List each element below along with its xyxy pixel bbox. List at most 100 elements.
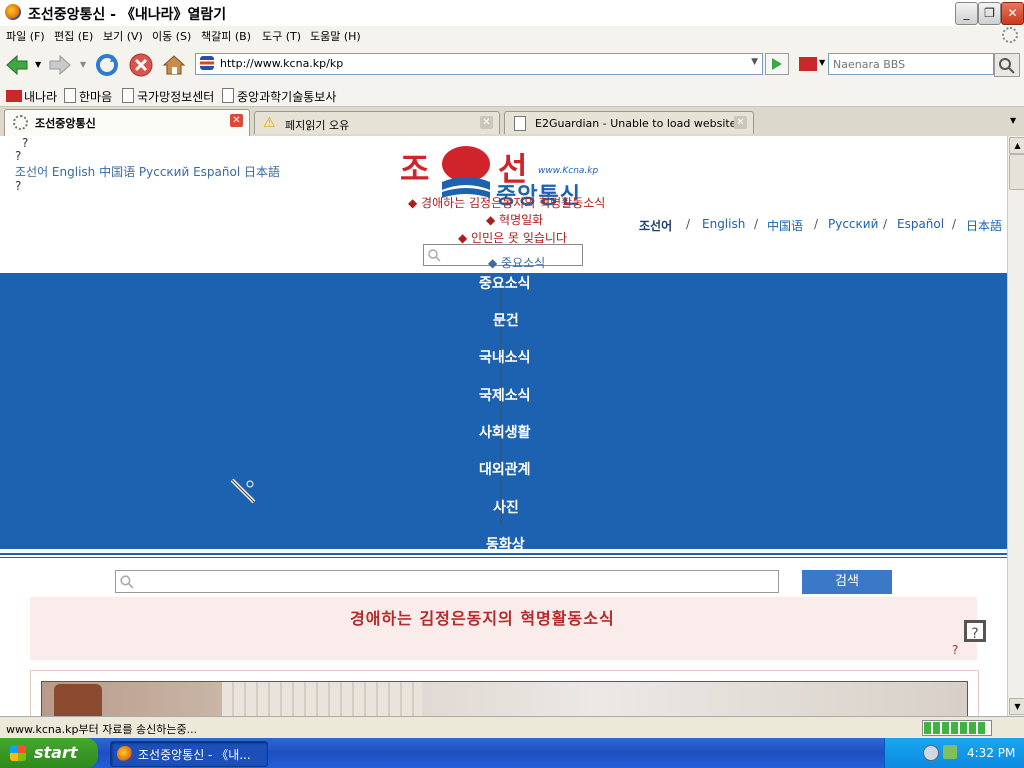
back-icon[interactable] [4,52,30,78]
nav-external-relations[interactable]: 대외관계 [479,459,531,479]
firefox-icon [5,4,21,20]
magnifier-icon [120,575,134,589]
menu-bar: 파일 (F) 편집 (E) 보기 (V) 이동 (S) 책갈피 (B) 도구 (… [0,26,1024,46]
security-icon[interactable] [943,745,957,759]
lang-chinese[interactable]: 中国语 [767,217,803,234]
throbber-icon [1002,27,1018,43]
menu-go[interactable]: 이동 (S) [152,28,191,44]
tab-kcna[interactable]: 조선중앙통신 ✕ [4,109,250,136]
start-button[interactable]: start [0,738,98,768]
page-icon [514,116,526,131]
photo-window [222,682,422,717]
site-favicon-icon [200,56,214,70]
magnifier-icon [999,58,1015,74]
tab-close-icon[interactable]: ✕ [230,114,243,127]
lang-korean[interactable]: 조선어 [639,217,672,234]
nav-domestic-news[interactable]: 국내소식 [479,347,531,367]
scroll-thumb[interactable] [1009,154,1024,190]
engine-dropdown-icon: ▼ [819,58,826,67]
network-icon[interactable] [923,745,939,761]
lang-separator: / [754,217,759,231]
lang-separator: / [814,217,819,231]
page-icon [64,88,76,103]
divider [0,557,1007,558]
feature-link-revolutionary-activities[interactable]: ◆ 경애하는 김정은동지의 혁명활동소식 [408,194,605,211]
menu-tools[interactable]: 도구 (T) [262,28,301,44]
main-search-input[interactable] [115,570,779,593]
photo-figure [54,684,102,717]
top-language-links[interactable]: 조선어 English 中国语 Русский Español 日本語 [15,163,280,180]
search-input[interactable] [831,55,991,73]
minimize-button[interactable]: _ [955,2,978,25]
go-button[interactable] [765,53,789,75]
vertical-scrollbar[interactable]: ▲ ▼ [1007,136,1024,716]
search-button[interactable]: 검색 [802,570,892,594]
bookmark-science-tech-bulletin[interactable]: 중앙과학기술통보사 [222,88,336,105]
bookmark-national-network-center[interactable]: 국가망정보센터 [122,88,214,105]
close-button[interactable]: ✕ [1001,2,1024,25]
broken-image-placeholder: ? [15,179,22,193]
windows-logo-icon [10,745,26,761]
menu-view[interactable]: 보기 (V) [103,28,143,44]
menu-help[interactable]: 도움말 (H) [310,28,361,44]
forward-dropdown-icon[interactable]: ▼ [80,60,86,69]
search-engine-selector[interactable]: ▼ [797,53,827,75]
scroll-down-icon[interactable]: ▼ [1009,698,1024,715]
naenara-icon [6,90,22,102]
search-box[interactable] [828,53,994,75]
loading-icon [13,115,28,130]
firefox-icon [117,746,133,762]
lang-japanese[interactable]: 日本語 [966,217,1002,234]
headline-title[interactable]: 경애하는 김정은동지의 혁명활동소식 [350,605,615,629]
magnifier-icon [428,249,441,262]
menu-file[interactable]: 파일 (F) [6,28,45,44]
back-dropdown-icon[interactable]: ▼ [35,60,41,69]
home-icon[interactable] [161,52,187,78]
clock: 4:32 PM [967,746,1016,760]
cursor-icon [230,478,256,504]
lang-russian[interactable]: Русский [828,217,878,231]
nav-videos[interactable]: 동화상 [486,534,525,554]
taskbar-window-button[interactable]: 조선중앙통신 - 《내... [110,741,268,767]
tab-close-icon[interactable]: ✕ [480,116,493,129]
broken-image-placeholder: ? [952,643,959,657]
reload-icon[interactable] [94,52,120,78]
article-photo[interactable] [41,681,968,718]
lang-spanish[interactable]: Español [897,217,944,231]
broken-image-placeholder: ? [15,149,22,163]
lang-english[interactable]: English [702,217,745,231]
overlay-link-important-news[interactable]: ◆ 중요소식 [488,254,545,271]
progress-fill [924,722,986,734]
forward-icon[interactable] [47,52,73,78]
tab-close-icon[interactable]: ✕ [734,116,747,129]
status-text: www.kcna.kp부터 자료를 송신하는중... [6,723,198,736]
tab-e2guardian[interactable]: E2Guardian - Unable to load website ✕ [504,111,754,134]
naenara-engine-icon [799,57,817,71]
menu-bookmarks[interactable]: 책갈피 (B) [201,28,251,44]
go-arrow-icon [772,58,782,70]
lang-separator: / [686,217,691,231]
broken-image-placeholder: ? [22,136,29,150]
bookmark-hanmaeum[interactable]: 한마음 [64,88,112,105]
feature-link-revolutionary-anecdotes[interactable]: ◆ 혁명일화 [486,211,543,228]
bookmark-naenara[interactable]: 내나라 [6,88,57,105]
stop-icon[interactable] [128,52,154,78]
tab-list-icon[interactable]: ▼ [1010,116,1016,125]
menu-edit[interactable]: 편집 (E) [54,28,93,44]
nav-photos[interactable]: 사진 [493,497,519,517]
warning-icon: ⚠ [263,115,276,131]
nav-important-news[interactable]: 중요소식 [479,273,531,293]
status-bar: www.kcna.kp부터 자료를 송신하는중... [0,716,1024,739]
page-icon [222,88,234,103]
nav-social-life[interactable]: 사회생활 [479,422,531,442]
maximize-button[interactable]: ❐ [978,2,1001,25]
nav-documents[interactable]: 문건 [493,310,519,330]
tab-page-error[interactable]: ⚠ 페지읽기 오유 ✕ [254,111,500,134]
url-text[interactable]: http://www.kcna.kp/kp [220,57,343,70]
title-bar: 조선중앙통신 - 《내나라》열람기 _ ❐ ✕ [0,0,1024,27]
system-tray: 4:32 PM [884,738,1024,768]
url-dropdown-icon[interactable]: ▼ [751,57,758,67]
search-go-button[interactable] [994,53,1020,77]
scroll-up-icon[interactable]: ▲ [1009,137,1024,154]
nav-international-news[interactable]: 국제소식 [479,385,531,405]
